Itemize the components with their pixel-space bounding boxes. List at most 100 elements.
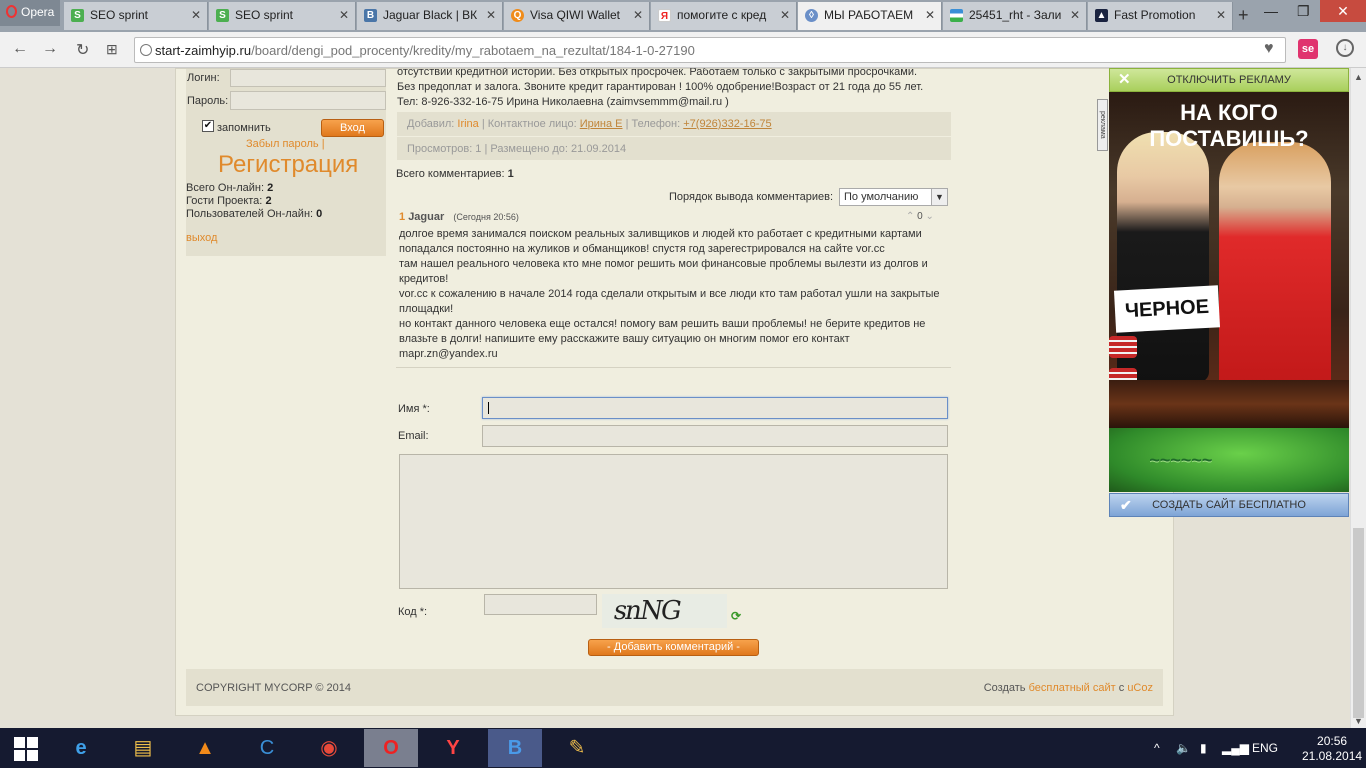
create-site-button[interactable]: ✔ СОЗДАТЬ САЙТ БЕСПЛАТНО [1109, 493, 1349, 517]
volume-icon[interactable]: 🔈 [1176, 741, 1191, 755]
comment-divider [396, 367, 951, 368]
forgot-password-link[interactable]: Забыл пароль | [246, 138, 325, 150]
back-arrow-icon[interactable]: ← [12, 40, 28, 58]
close-icon[interactable]: ✕ [486, 8, 496, 22]
ad-caption: ЧЕРНОЕ [1113, 285, 1221, 333]
tab-label: Fast Promotion [1114, 8, 1196, 22]
scroll-thumb[interactable] [1353, 528, 1364, 718]
refresh-captcha-icon[interactable]: ⟳ [731, 609, 741, 623]
tab-vk-jaguar[interactable]: B Jaguar Black | ВК ✕ [357, 2, 503, 30]
opera-menu-button[interactable]: Opera [0, 0, 60, 26]
remember-label: запомнить [217, 122, 271, 134]
ucoz-credit: Создать бесплатный сайт с uCoz [983, 682, 1153, 694]
tab-yandex-question[interactable]: Я помогите с кред ✕ [651, 2, 797, 30]
ad-description: отсутствии кредитной истории. Без открыт… [397, 68, 924, 108]
vote-down-icon[interactable]: ⌄ [926, 211, 934, 222]
code-label: Код *: [398, 606, 428, 618]
tab-seo-sprint-2[interactable]: S SEO sprint ✕ [209, 2, 356, 30]
tab-seo-sprint-1[interactable]: S SEO sprint ✕ [64, 2, 208, 30]
seosprint-icon: S [216, 9, 229, 22]
minimize-icon[interactable]: — [1264, 3, 1278, 19]
yandex-icon: Я [658, 9, 671, 22]
stat-guests: Гости Проекта: 2 [186, 195, 272, 207]
reload-icon[interactable]: ↻ [76, 40, 89, 60]
seo-extension-icon[interactable]: se [1298, 39, 1318, 59]
tab-25451-rht[interactable]: 25451_rht - Зали ✕ [943, 2, 1087, 30]
forward-arrow-icon[interactable]: → [42, 40, 58, 58]
phone-link[interactable]: +7(926)332-16-75 [683, 118, 771, 130]
vk-icon[interactable]: B [488, 729, 542, 767]
contact-link[interactable]: Ирина Е [580, 118, 623, 130]
tab-fast-promotion[interactable]: ▲ Fast Promotion ✕ [1088, 2, 1233, 30]
tab-qiwi[interactable]: Q Visa QIWI Wallet ✕ [504, 2, 650, 30]
logout-link[interactable]: выход [186, 232, 217, 244]
windows-logo-icon [27, 737, 38, 748]
avast-icon[interactable]: ▲ [178, 729, 232, 767]
tab-label: Visa QIWI Wallet [530, 8, 621, 22]
ie-icon[interactable]: e [54, 729, 108, 767]
close-icon[interactable]: ✕ [633, 8, 643, 22]
close-icon[interactable]: ✕ [925, 8, 935, 22]
page-footer: COPYRIGHT MYCORP © 2014 Создать бесплатн… [186, 669, 1163, 706]
close-icon[interactable]: ✕ [1070, 8, 1080, 22]
casino-logo-icon: ~~~~~~ [1149, 450, 1213, 470]
opera-icon[interactable]: O [364, 729, 418, 767]
captcha-image: snNG [602, 594, 727, 628]
ad-views-info: Просмотров: 1 | Размещено до: 21.09.2014 [397, 137, 951, 160]
windows-logo-icon [14, 737, 25, 748]
url-field[interactable]: start-zaimhyip.ru/board/dengi_pod_procen… [134, 37, 1286, 63]
close-icon[interactable]: ✕ [780, 8, 790, 22]
system-clock[interactable]: 20:56 21.08.2014 [1302, 734, 1362, 764]
new-tab-icon[interactable]: + [1238, 5, 1249, 26]
close-icon[interactable]: ✕ [191, 8, 201, 22]
start-button[interactable] [14, 737, 38, 761]
paint-icon[interactable]: ✎ [550, 729, 604, 767]
speed-dial-icon[interactable]: ⊞ [106, 41, 118, 58]
password-input[interactable] [230, 91, 386, 110]
ucoz-link[interactable]: uCoz [1127, 682, 1153, 694]
network-signal-icon[interactable]: ▂▄▆ [1222, 741, 1249, 755]
yandex-browser-icon[interactable]: Y [426, 729, 480, 767]
download-icon[interactable]: ↓ [1336, 39, 1354, 57]
comment-date: (Сегодня 20:56) [453, 212, 519, 222]
remember-checkbox[interactable]: ✔ [202, 120, 214, 132]
chrome-icon[interactable]: ◉ [302, 729, 356, 767]
site-icon: ◊ [805, 9, 818, 22]
scroll-down-icon[interactable]: ▼ [1354, 716, 1363, 726]
window-close-icon[interactable]: ✕ [1320, 0, 1366, 22]
login-button[interactable]: Вход [321, 119, 384, 137]
tab-label: Jaguar Black | ВК [383, 8, 478, 22]
ad-headline: НА КОГО ПОСТАВИШЬ? [1149, 100, 1309, 151]
scroll-up-icon[interactable]: ▲ [1354, 72, 1363, 82]
ad-figure-red [1219, 142, 1331, 392]
ad-author-info: Добавил: Irina | Контактное лицо: Ирина … [397, 112, 951, 136]
name-input[interactable] [482, 397, 948, 419]
author-link[interactable]: Irina [457, 118, 478, 130]
login-input[interactable] [230, 69, 386, 87]
register-link[interactable]: Регистрация [218, 151, 358, 179]
close-icon[interactable]: ✕ [339, 8, 349, 22]
show-hidden-icons-icon[interactable]: ^ [1154, 741, 1160, 755]
tab-my-rabotaem[interactable]: ◊ МЫ РАБОТАЕМ ✕ [798, 2, 942, 30]
tab-label: МЫ РАБОТАЕМ [824, 8, 914, 22]
battery-icon[interactable]: ▮ [1200, 741, 1207, 755]
email-input[interactable] [482, 425, 948, 447]
close-icon: ✕ [1118, 71, 1131, 88]
free-site-link[interactable]: бесплатный сайт [1029, 682, 1116, 694]
add-comment-button[interactable]: - Добавить комментарий - [588, 639, 759, 656]
casino-ad-image[interactable]: НА КОГО ПОСТАВИШЬ? ЧЕРНОЕ ~~~~~~ [1109, 92, 1349, 492]
language-indicator[interactable]: ENG [1252, 741, 1278, 755]
restore-icon[interactable]: ❐ [1297, 3, 1310, 20]
close-icon[interactable]: ✕ [1216, 8, 1226, 22]
ccleaner-icon[interactable]: C [240, 729, 294, 767]
explorer-icon[interactable]: ▤ [116, 729, 170, 767]
ad-side-label[interactable]: реклама [1097, 99, 1108, 151]
heart-icon[interactable]: ♥ [1264, 40, 1274, 58]
vote-up-icon[interactable]: ⌃ [906, 211, 914, 222]
stat-users: Пользователей Он-лайн: 0 [186, 208, 323, 220]
disable-ads-button[interactable]: ✕ ОТКЛЮЧИТЬ РЕКЛАМУ [1109, 68, 1349, 92]
page-scrollbar[interactable]: ▲ ▼ [1350, 68, 1366, 728]
comment-order-select[interactable]: По умолчанию ▼ [839, 188, 948, 206]
comment-textarea[interactable] [399, 454, 948, 589]
captcha-input[interactable] [484, 594, 597, 615]
